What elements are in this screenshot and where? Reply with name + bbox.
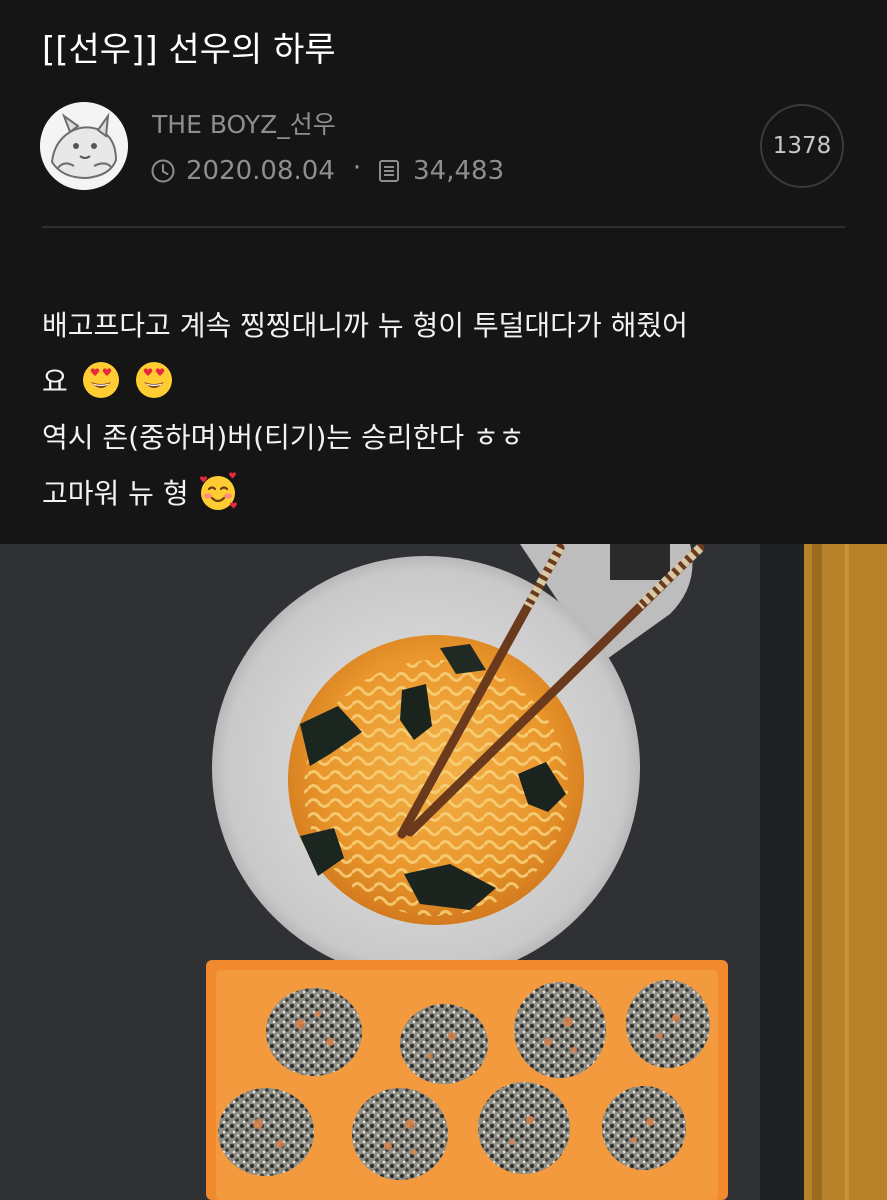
post-body: 배고프다고 계속 찡찡대니까 뉴 형이 투덜대다가 해줬어 요 역시 존(중하며… <box>42 298 842 522</box>
ramen-and-rice-balls-photo <box>0 543 887 1200</box>
post-meta: 2020.08.04 · 34,483 <box>150 153 504 189</box>
comment-count-button[interactable]: 1378 <box>760 104 844 188</box>
author-avatar[interactable] <box>40 102 128 190</box>
avatar-illustration <box>40 102 128 190</box>
post-page: [[선우]] 선우의 하루 THE BOYZ_선우 2020.08.04 · 3… <box>0 0 887 1200</box>
view-count: 34,483 <box>413 156 505 186</box>
post-title: [[선우]] 선우의 하루 <box>42 30 336 70</box>
meta-separator: · <box>352 153 362 183</box>
clock-icon <box>150 158 176 184</box>
body-line-text: 고마워 뉴 형 <box>42 477 189 510</box>
body-line: 고마워 뉴 형 <box>42 466 842 522</box>
post-date: 2020.08.04 <box>186 156 335 186</box>
heart-eyes-emoji <box>134 360 174 400</box>
header-divider <box>42 226 845 228</box>
smiling-face-with-hearts-emoji <box>198 472 238 512</box>
body-line: 역시 존(중하며)버(티기)는 승리한다 ㅎㅎ <box>42 421 525 454</box>
post-photo[interactable] <box>0 543 887 1200</box>
author-name[interactable]: THE BOYZ_선우 <box>152 108 336 142</box>
body-line-text: 요 <box>42 365 68 398</box>
heart-eyes-emoji <box>81 360 121 400</box>
body-line: 배고프다고 계속 찡찡대니까 뉴 형이 투덜대다가 해줬어 <box>42 309 688 342</box>
body-line: 요 <box>42 354 842 410</box>
document-icon <box>377 158 403 184</box>
